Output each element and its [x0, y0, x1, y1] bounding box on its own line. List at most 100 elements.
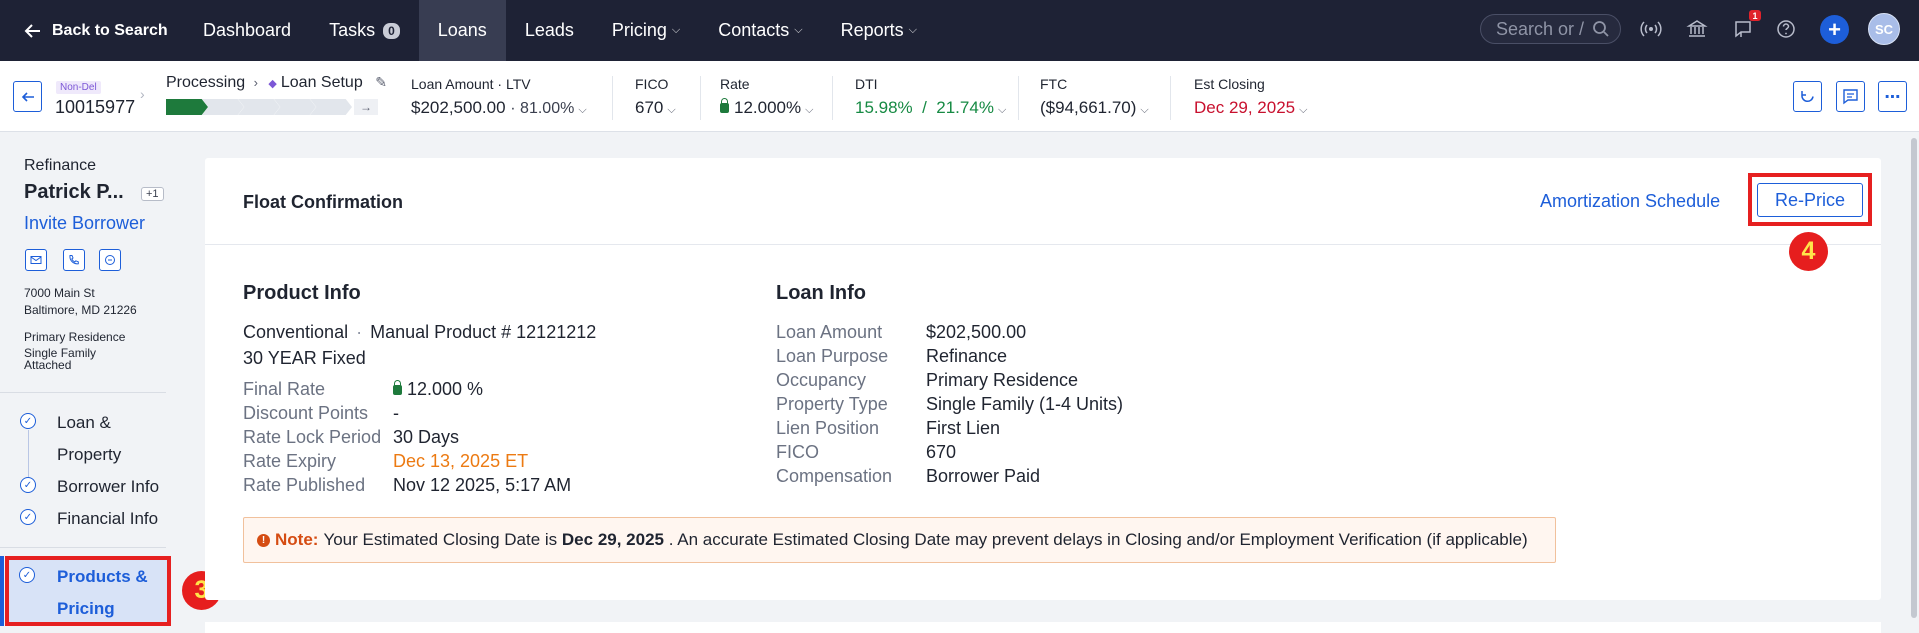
loan-stage[interactable]: Processing › ◆ Loan Setup ✎ — [166, 74, 387, 92]
note-date: Dec 29, 2025 — [561, 530, 664, 549]
scrollbar[interactable] — [1909, 132, 1919, 633]
nav-loans-label: Loans — [437, 20, 487, 40]
help-icon[interactable] — [1775, 18, 1797, 40]
call-button[interactable] — [63, 249, 85, 271]
kv-key: Lien Position — [776, 418, 880, 438]
megaphone-icon[interactable] — [1733, 18, 1755, 40]
kv-lien-position: Lien Position First Lien — [776, 416, 1276, 440]
progress-step — [166, 99, 208, 115]
chevron-down-icon: ⌵ — [667, 104, 676, 116]
kv-key: Loan Purpose — [776, 346, 889, 366]
chevron-down-icon: ⌵ — [1140, 104, 1149, 116]
est-closing-value: Dec 29, 2025 — [1194, 98, 1296, 117]
create-new-button[interactable]: + — [1820, 15, 1849, 44]
step-label: Products & — [57, 567, 148, 586]
nav-reports[interactable]: Reports ⌵ — [822, 0, 936, 61]
check-circle-icon: ✓ — [20, 509, 36, 525]
kv-key: Rate Published — [243, 475, 366, 495]
nav-tasks[interactable]: Tasks 0 — [310, 0, 419, 61]
nav-contacts[interactable]: Contacts ⌵ — [699, 0, 821, 61]
notification-badge: 1 — [1749, 10, 1761, 21]
note-label: Note: — [275, 530, 319, 549]
kv-key: Property Type — [776, 394, 888, 414]
sidebar-step-loan-property[interactable]: ✓ Loan & Property — [0, 407, 166, 471]
back-to-search-link[interactable]: Back to Search — [24, 22, 184, 40]
divider — [0, 547, 166, 548]
invite-borrower-link[interactable]: Invite Borrower — [24, 213, 145, 234]
kv-key: Loan Amount — [776, 322, 883, 342]
more-options-button[interactable]: ⋯ — [1878, 81, 1907, 112]
sidebar-step-financial-info[interactable]: ✓ Financial Info — [0, 503, 166, 535]
kv-key: Compensation — [776, 466, 893, 486]
collapse-panel-button[interactable] — [13, 81, 42, 112]
kv-value: $202,500.00 — [926, 322, 1027, 342]
metric-est-closing[interactable]: Est Closing Dec 29, 2025 ⌵ — [1194, 76, 1307, 118]
kv-key: Occupancy — [776, 370, 867, 390]
check-circle-icon: ✓ — [19, 567, 35, 583]
extra-borrowers-badge[interactable]: +1 — [141, 187, 164, 201]
metric-dti[interactable]: DTI 15.98% / 21.74% ⌵ — [855, 76, 1006, 118]
kv-value: Borrower Paid — [926, 466, 1041, 486]
metric-fico[interactable]: FICO 670 ⌵ — [635, 76, 676, 118]
borrower-name[interactable]: Patrick P... — [24, 181, 124, 204]
loan-info-heading: Loan Info — [776, 282, 866, 304]
chat-icon — [105, 255, 115, 265]
property-address: 7000 Main St Baltimore, MD 21226 — [24, 285, 137, 319]
nav-dashboard[interactable]: Dashboard — [184, 0, 310, 61]
lock-icon — [393, 380, 402, 395]
chevron-down-icon: ⌵ — [794, 24, 803, 36]
metric-ftc[interactable]: FTC ($94,661.70) ⌵ — [1040, 76, 1149, 118]
card-header: Float Confirmation Amortization Schedule — [205, 158, 1881, 245]
reprice-button[interactable]: Re-Price — [1757, 183, 1863, 217]
amortization-schedule-link[interactable]: Amortization Schedule — [1540, 191, 1720, 212]
global-search-input[interactable]: Search or / — [1480, 14, 1621, 44]
metric-rate[interactable]: Rate 12.000% ⌵ — [720, 76, 813, 118]
rate-value: 12.000% — [734, 98, 802, 117]
step-label: Loan & — [57, 413, 111, 432]
comments-button[interactable] — [1836, 81, 1865, 112]
check-circle-icon: ✓ — [20, 413, 36, 429]
kv-compensation: Compensation Borrower Paid — [776, 464, 1276, 488]
search-icon — [1593, 21, 1609, 37]
broadcast-icon[interactable] — [1640, 18, 1662, 40]
chevron-down-icon: ⌵ — [908, 24, 917, 36]
kv-rate-published: Rate Published Nov 12 2025, 5:17 AM — [243, 473, 643, 497]
metric-label: FTC — [1040, 76, 1068, 92]
refresh-button[interactable] — [1793, 81, 1822, 112]
nav-loans[interactable]: Loans — [418, 0, 506, 61]
nav-pricing[interactable]: Pricing ⌵ — [593, 0, 699, 61]
kv-property-type: Property Type Single Family (1-4 Units) — [776, 392, 1276, 416]
bank-icon[interactable] — [1686, 18, 1708, 40]
sidebar-step-borrower-info[interactable]: ✓ Borrower Info — [0, 471, 166, 503]
note-text: Your Estimated Closing Date is — [323, 530, 558, 549]
note-text: . An accurate Estimated Closing Date may… — [668, 530, 1528, 549]
check-circle-icon: ✓ — [20, 477, 36, 493]
sidebar-step-products-pricing[interactable]: ✓ Products & Pricing — [0, 561, 166, 625]
metric-label: Loan Amount · LTV — [411, 76, 531, 92]
kv-value: 30 Days — [393, 427, 460, 447]
message-button[interactable] — [99, 249, 121, 271]
step-label: Financial Info — [57, 509, 159, 528]
refresh-icon — [1801, 91, 1814, 103]
kv-final-rate: Final Rate 12.000 % — [243, 377, 643, 401]
kv-value: Refinance — [926, 346, 1008, 366]
loan-summary-bar: Non-Del 10015977 › Processing › ◆ Loan Se… — [0, 61, 1919, 132]
nav-reports-label: Reports — [840, 20, 904, 40]
metric-loan-amount-ltv[interactable]: Loan Amount · LTV $202,500.00 · 81.00% ⌵ — [411, 76, 587, 118]
loan-type: Refinance — [24, 157, 97, 174]
address-line: 7000 Main St — [24, 286, 95, 300]
email-button[interactable] — [25, 249, 47, 271]
scrollbar-thumb[interactable] — [1911, 138, 1917, 618]
kv-value: 670 — [926, 442, 957, 462]
edit-pencil-icon[interactable]: ✎ — [375, 74, 387, 90]
nav-dashboard-label: Dashboard — [203, 20, 292, 40]
user-avatar[interactable]: SC — [1868, 13, 1900, 45]
closing-date-note: ! Note: Your Estimated Closing Date is D… — [243, 517, 1556, 563]
kv-value: - — [393, 403, 399, 423]
step-label: Pricing — [57, 599, 115, 618]
kv-value: Nov 12 2025, 5:17 AM — [393, 475, 572, 495]
next-stage-arrow-icon[interactable]: → — [354, 99, 378, 115]
chevron-right-icon: › — [253, 75, 258, 90]
nav-leads[interactable]: Leads — [506, 0, 593, 61]
page-title: Float Confirmation — [243, 192, 403, 212]
